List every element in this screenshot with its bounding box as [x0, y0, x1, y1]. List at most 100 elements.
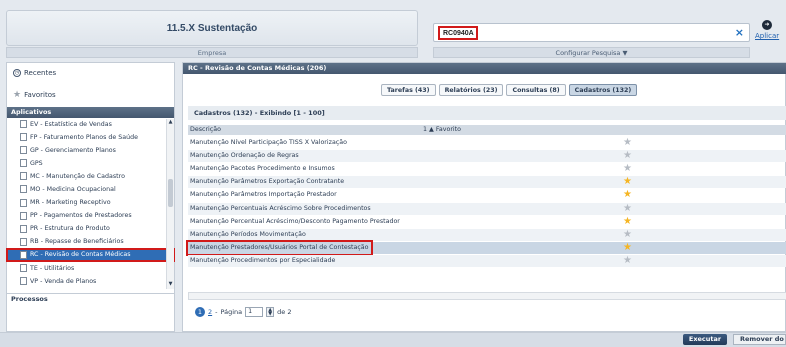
clock-icon: ◷	[13, 69, 21, 77]
page-current[interactable]: 1	[195, 307, 205, 317]
app-item[interactable]: MO - Medicina Ocupacional	[7, 183, 174, 195]
scroll-thumb[interactable]	[168, 179, 173, 207]
row-description: Manutenção Períodos Movimentação	[190, 230, 306, 238]
execute-button[interactable]: Executar	[683, 334, 727, 345]
horizontal-scrollbar[interactable]	[188, 292, 786, 300]
app-item[interactable]: PP - Pagamentos de Prestadores	[7, 210, 174, 222]
apply-arrow-icon[interactable]: ➜	[762, 20, 772, 30]
table-row[interactable]: Manutenção Percentual Acréscimo/Desconto…	[188, 216, 786, 228]
search-box[interactable]: ×	[433, 23, 750, 42]
app-item[interactable]: RB - Repasse de Beneficiários	[7, 236, 174, 248]
footer-bar	[0, 332, 786, 347]
row-description: Manutenção Parâmetros Exportação Contrat…	[190, 178, 345, 186]
document-icon	[20, 172, 27, 181]
app-item[interactable]: EV - Estatística de Vendas	[7, 118, 174, 130]
row-description: Manutenção Prestadores/Usuários Portal d…	[186, 239, 373, 256]
app-item[interactable]: PR - Estrutura do Produto	[7, 223, 174, 235]
favorite-star-icon[interactable]: ★	[623, 216, 632, 228]
table-row[interactable]: Manutenção Parâmetros Exportação Contrat…	[188, 176, 786, 189]
document-icon	[20, 224, 27, 233]
table-row[interactable]: Manutenção Procedimentos por Especialida…	[188, 254, 786, 267]
favorite-star-icon[interactable]: ★	[623, 176, 632, 188]
page-next-link[interactable]: 2	[208, 308, 212, 316]
table-row[interactable]: Manutenção Ordenação de Regras ★	[188, 150, 786, 163]
favorite-star-icon[interactable]: ★	[623, 242, 632, 254]
app-item-label: VP - Venda de Planos	[30, 277, 97, 285]
recent-link[interactable]: ◷ Recentes	[13, 69, 56, 77]
recent-label: Recentes	[24, 69, 57, 77]
configure-search-toggle[interactable]: Configurar Pesquisa ▼	[433, 47, 750, 58]
environment-caption: Empresa	[6, 47, 418, 58]
page-total: de 2	[277, 308, 292, 316]
favorite-star-icon[interactable]: ★	[623, 163, 632, 175]
scroll-down-icon[interactable]: ▼	[167, 281, 174, 289]
document-icon	[20, 159, 27, 168]
favorite-star-icon[interactable]: ★	[623, 137, 632, 149]
favorite-star-icon[interactable]: ★	[623, 189, 632, 201]
app-item[interactable]: GPS	[7, 157, 174, 169]
document-icon	[20, 133, 27, 142]
row-description: Manutenção Nível Participação TISS X Val…	[190, 139, 347, 146]
app-item[interactable]: VP - Venda de Planos	[7, 275, 174, 287]
scroll-up-icon[interactable]: ▲	[167, 119, 174, 127]
app-item[interactable]: MC - Manutenção de Cadastro	[7, 170, 174, 182]
tab[interactable]: Cadastros (132)	[568, 84, 638, 96]
document-icon	[20, 198, 27, 207]
app-item[interactable]: MR - Marketing Receptivo	[7, 197, 174, 209]
column-favorite[interactable]: 1 ▲ Favorito	[423, 125, 461, 135]
app-item[interactable]: TE - Utilitários	[7, 262, 174, 274]
app-item-label: MO - Medicina Ocupacional	[30, 185, 116, 193]
table-row[interactable]: Manutenção Períodos Movimentação ★	[188, 228, 786, 241]
table-row[interactable]: Manutenção Percentuais Acréscimo Sobre P…	[188, 202, 786, 215]
document-icon	[20, 146, 27, 155]
table-row[interactable]: Manutenção Pacotes Procedimento e Insumo…	[188, 163, 786, 175]
column-description[interactable]: Descrição	[190, 125, 221, 135]
favorite-star-icon[interactable]: ★	[623, 150, 632, 162]
list-header: Cadastros (132) - Exibindo [1 - 100]	[188, 106, 786, 120]
row-description: Manutenção Percentuais Acréscimo Sobre P…	[190, 204, 371, 212]
document-icon	[20, 264, 27, 273]
page-input[interactable]: 1	[245, 307, 264, 317]
remove-button[interactable]: Remover do	[733, 334, 786, 345]
app-list: EV - Estatística de Vendas FP - Faturamen…	[6, 118, 175, 288]
app-item-label: EV - Estatística de Vendas	[30, 120, 112, 128]
document-icon	[20, 185, 27, 194]
page-spinner[interactable]: ▲ ▼	[266, 307, 275, 317]
star-icon: ★	[13, 90, 22, 100]
apply-link[interactable]: Aplicar	[755, 32, 779, 40]
favorite-star-icon[interactable]: ★	[623, 255, 632, 267]
document-icon	[20, 120, 27, 128]
app-item-label: RC - Revisão de Contas Médicas	[30, 251, 131, 259]
tab[interactable]: Tarefas (43)	[381, 84, 436, 96]
app-item[interactable]: RC - Revisão de Contas Médicas	[6, 247, 175, 262]
tab-bar: Tarefas (43) Relatórios (23) Consultas (8)…	[381, 84, 638, 96]
row-description: Manutenção Parâmetros Importação Prestad…	[190, 191, 337, 199]
table-row[interactable]: Manutenção Prestadores/Usuários Portal d…	[186, 239, 786, 256]
document-icon	[20, 250, 27, 259]
processes-header[interactable]: Processos	[7, 293, 174, 304]
clear-icon[interactable]: ×	[735, 26, 744, 39]
panel-title: RC - Revisão de Contas Médicas (206)	[183, 63, 786, 74]
favorites-label: Favoritos	[24, 91, 56, 99]
favorite-star-icon[interactable]: ★	[623, 229, 632, 241]
app-item[interactable]: GP - Gerenciamento Planos	[7, 144, 174, 156]
app-item-label: MR - Marketing Receptivo	[30, 199, 111, 207]
favorite-star-icon[interactable]: ★	[623, 203, 632, 215]
app-item-label: GPS	[30, 159, 43, 167]
document-icon	[20, 237, 27, 246]
table-row[interactable]: Manutenção Nível Participação TISS X Val…	[188, 137, 786, 149]
app-item-label: RB - Repasse de Beneficiários	[30, 238, 124, 246]
environment-title[interactable]: 11.5.X Sustentação	[6, 10, 418, 46]
app-list-scrollbar[interactable]: ▲ ▼	[166, 119, 174, 289]
tab[interactable]: Relatórios (23)	[438, 84, 504, 96]
app-item-label: GP - Gerenciamento Planos	[30, 146, 116, 154]
pagination: 1 2 - Página 1 ▲ ▼ de 2	[195, 307, 291, 317]
document-icon	[20, 277, 27, 286]
favorites-link[interactable]: ★ Favoritos	[13, 90, 56, 100]
tab[interactable]: Consultas (8)	[506, 84, 566, 96]
sidebar: ◷ Recentes ★ Favoritos Aplicativos EV - …	[6, 62, 175, 332]
app-item-label: PP - Pagamentos de Prestadores	[30, 212, 132, 220]
table-row[interactable]: Manutenção Parâmetros Importação Prestad…	[188, 189, 786, 201]
app-item[interactable]: FP - Faturamento Planos de Saúde	[7, 131, 174, 143]
search-input[interactable]	[438, 26, 478, 40]
